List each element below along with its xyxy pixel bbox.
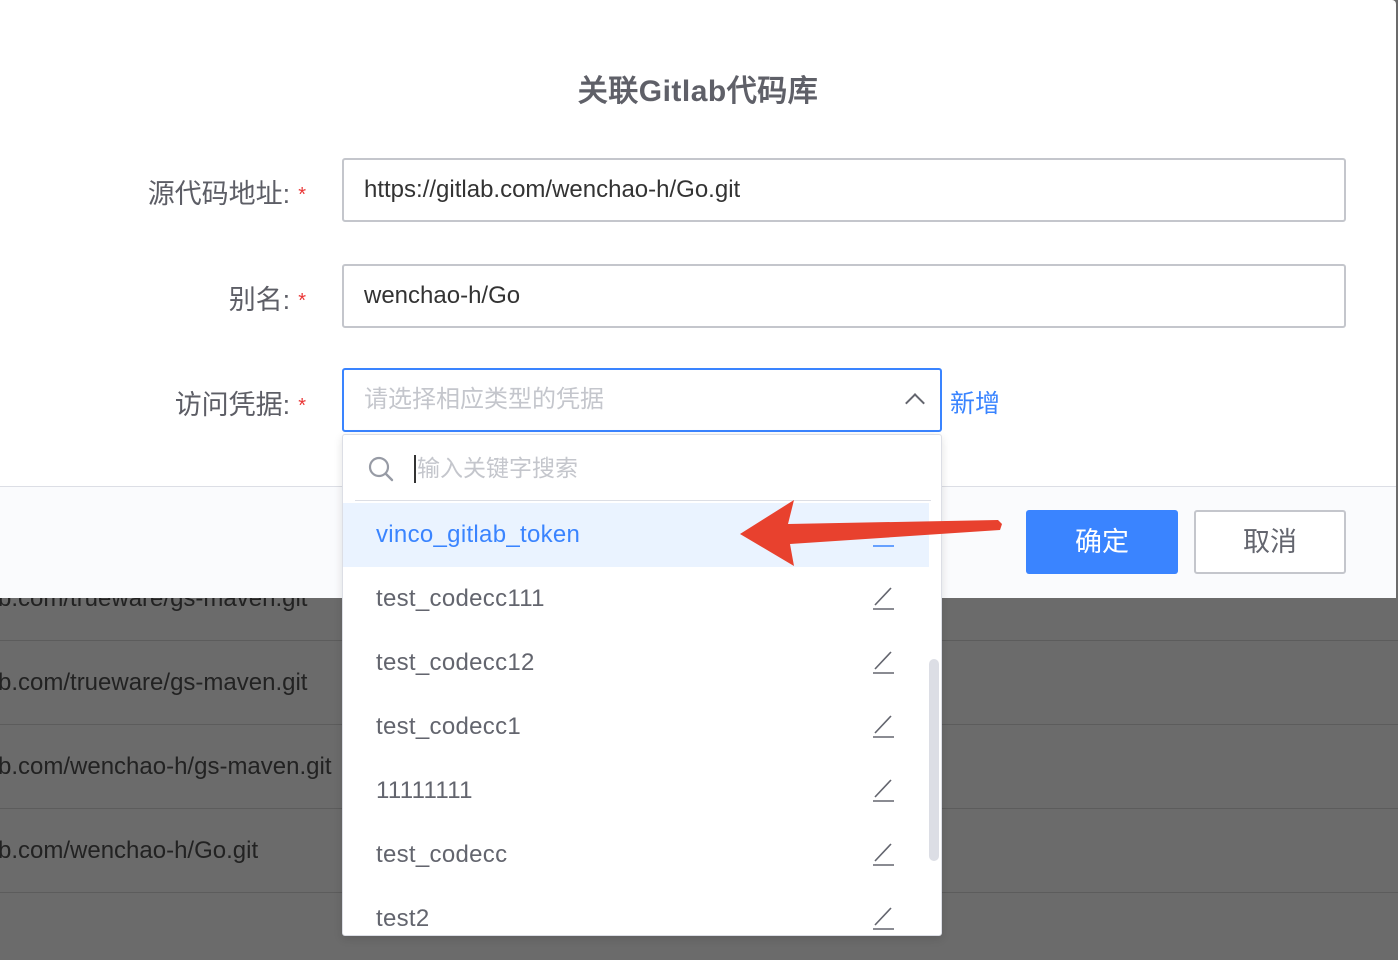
option-label: vinco_gitlab_token — [376, 521, 581, 548]
dropdown-scrollbar[interactable] — [929, 659, 939, 861]
list-item[interactable]: test_codecc1 — [343, 695, 929, 759]
edit-icon[interactable] — [870, 905, 896, 931]
dropdown-search — [355, 435, 931, 501]
search-icon — [368, 456, 394, 482]
required-mark: * — [298, 395, 306, 417]
credential-select[interactable]: 请选择相应类型的凭据 — [342, 368, 942, 432]
option-label: test2 — [376, 905, 430, 932]
add-credential-link[interactable]: 新增 — [950, 384, 1000, 420]
dropdown-search-input[interactable] — [417, 449, 917, 487]
required-mark: * — [298, 290, 306, 312]
credential-placeholder: 请选择相应类型的凭据 — [364, 386, 604, 413]
edit-icon[interactable] — [870, 585, 896, 611]
repo-url: b.com/wenchao-h/Go.git — [0, 837, 259, 864]
chevron-up-icon — [905, 393, 925, 413]
option-label: test_codecc1 — [376, 713, 522, 740]
alias-label: 别名: * — [228, 285, 306, 315]
annotation-arrow — [740, 500, 1002, 566]
option-label: test_codecc — [376, 841, 508, 868]
alias-input[interactable]: wenchao-h/Go — [342, 264, 1346, 328]
list-item[interactable]: 11111111 — [343, 759, 929, 823]
text-caret — [414, 455, 416, 483]
repo-url: b.com/trueware/gs-maven.git — [0, 669, 308, 696]
edit-icon[interactable] — [870, 841, 896, 867]
list-item[interactable]: test_codecc12 — [343, 631, 929, 695]
option-label: 11111111 — [376, 777, 473, 804]
edit-icon[interactable] — [870, 777, 896, 803]
option-label: test_codecc111 — [376, 585, 545, 612]
list-item[interactable]: test_codecc — [343, 823, 929, 887]
option-label: test_codecc12 — [376, 649, 535, 676]
source-url-label: 源代码地址: * — [147, 179, 306, 209]
cancel-button[interactable]: 取消 — [1194, 510, 1346, 574]
list-item[interactable]: test_codecc111 — [343, 567, 929, 631]
required-mark: * — [298, 184, 306, 206]
source-url-input[interactable]: https://gitlab.com/wenchao-h/Go.git — [342, 158, 1346, 222]
repo-url: b.com/wenchao-h/gs-maven.git — [0, 753, 332, 780]
confirm-button[interactable]: 确定 — [1026, 510, 1178, 574]
list-item[interactable]: test2 — [343, 887, 929, 935]
edit-icon[interactable] — [870, 713, 896, 739]
dialog-title: 关联Gitlab代码库 — [577, 75, 819, 108]
credential-label: 访问凭据: * — [174, 390, 306, 420]
edit-icon[interactable] — [870, 649, 896, 675]
